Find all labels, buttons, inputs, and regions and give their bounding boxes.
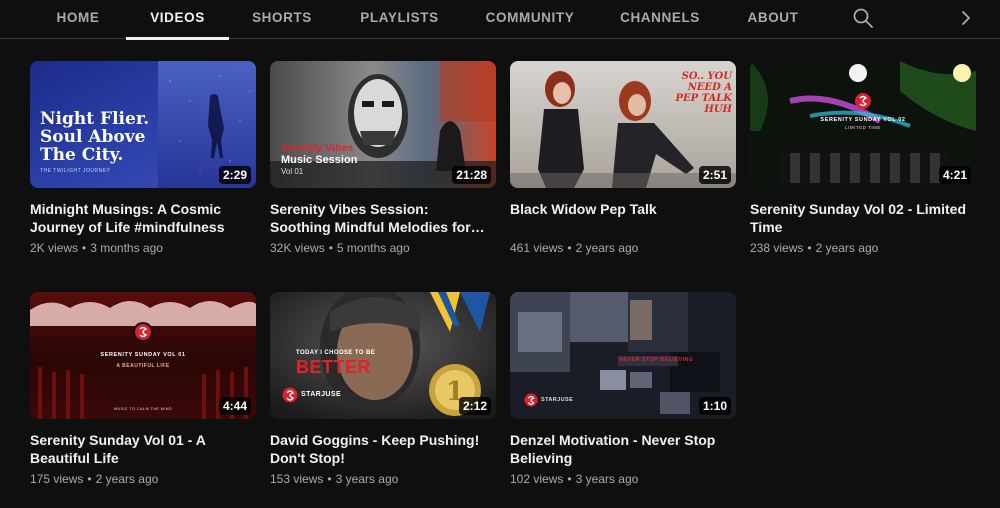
video-meta: 153 views • 3 years ago [270, 471, 496, 487]
video-card: SERENITY SUNDAY VOL 02 LIMITED TIME 4:21… [750, 61, 976, 256]
video-card: SERENITY SUNDAY VOL 01 A BEAUTIFUL LIFE … [30, 292, 256, 487]
tab-channels[interactable]: CHANNELS [614, 0, 706, 39]
chevron-right-icon[interactable] [955, 6, 977, 30]
video-meta: 175 views • 2 years ago [30, 471, 256, 487]
video-meta: 461 views • 2 years ago [510, 240, 736, 256]
video-thumbnail[interactable]: SO.. YOU NEED A PEP TALK HUH 2:51 [510, 61, 736, 188]
separator-dot: • [82, 241, 87, 255]
separator-dot: • [567, 472, 572, 486]
thumbnail-text: SERENITY SUNDAY VOL 02 [820, 117, 906, 123]
duration-badge: 2:29 [218, 166, 251, 184]
view-count: 153 views [270, 472, 324, 486]
duration-badge: 4:21 [938, 166, 971, 184]
video-title[interactable]: Serenity Sunday Vol 01 - A Beautiful Lif… [30, 431, 252, 467]
duration-badge: 2:12 [458, 397, 491, 415]
tab-playlists[interactable]: PLAYLISTS [352, 0, 447, 39]
video-title[interactable]: Serenity Vibes Session: Soothing Mindful… [270, 200, 492, 236]
duration-badge: 2:51 [698, 166, 731, 184]
thumbnail-text: Vol 01 [281, 167, 304, 176]
video-thumbnail[interactable]: Serenity Vibes Music Session Vol 01 21:2… [270, 61, 496, 188]
thumbnail-text: Serenity Vibes [281, 142, 354, 154]
view-count: 461 views [510, 241, 564, 255]
video-card: NEVER STOP BELIEVING STARJUSE 1:10 Denze… [510, 292, 736, 487]
duration-badge: 1:10 [698, 397, 731, 415]
view-count: 32K views [270, 241, 325, 255]
video-thumbnail[interactable]: SERENITY SUNDAY VOL 02 LIMITED TIME 4:21 [750, 61, 976, 188]
video-thumbnail[interactable]: SERENITY SUNDAY VOL 01 A BEAUTIFUL LIFE … [30, 292, 256, 419]
separator-dot: • [327, 472, 332, 486]
tab-shorts[interactable]: SHORTS [244, 0, 320, 39]
starjuse-logo-icon [524, 393, 538, 407]
channel-tab-bar: HOME VIDEOS SHORTS PLAYLISTS COMMUNITY C… [0, 0, 1000, 40]
upload-age: 2 years ago [815, 241, 879, 255]
tab-videos[interactable]: VIDEOS [126, 0, 229, 40]
duration-badge: 21:28 [452, 166, 491, 184]
video-thumbnail[interactable]: 1 TODAY I CHOOSE TO BE BETTER STARJUSE 2… [270, 292, 496, 419]
duration-badge: 4:44 [218, 397, 251, 415]
tab-about[interactable]: ABOUT [740, 0, 806, 39]
thumbnail-text: TODAY I CHOOSE TO BE [296, 350, 376, 356]
video-title[interactable]: Denzel Motivation - Never Stop Believing [510, 431, 732, 467]
video-meta: 238 views • 2 years ago [750, 240, 976, 256]
video-card: Serenity Vibes Music Session Vol 01 21:2… [270, 61, 496, 256]
separator-dot: • [807, 241, 812, 255]
thumbnail-text: Night Flier. Soul Above The City. [40, 109, 150, 165]
starjuse-logo-icon [282, 387, 298, 403]
tab-home[interactable]: HOME [48, 0, 108, 39]
upload-age: 3 years ago [575, 472, 639, 486]
thumbnail-text: SO.. YOU NEED A PEP TALK HUH [675, 71, 732, 115]
separator-dot: • [87, 472, 92, 486]
thumbnail-caption: THE TWILIGHT JOURNEY [40, 168, 111, 174]
video-title[interactable]: Midnight Musings: A Cosmic Journey of Li… [30, 200, 252, 236]
upload-age: 5 months ago [336, 241, 410, 255]
video-meta: 2K views • 3 months ago [30, 240, 256, 256]
view-count: 2K views [30, 241, 79, 255]
video-meta: 102 views • 3 years ago [510, 471, 736, 487]
video-title[interactable]: David Goggins - Keep Pushing! Don't Stop… [270, 431, 492, 467]
thumbnail-text: SERENITY SUNDAY VOL 01 [100, 352, 186, 358]
thumbnail-brand: STARJUSE [301, 391, 342, 398]
thumbnail-text: LIMITED TIME [845, 125, 881, 130]
video-thumbnail[interactable]: NEVER STOP BELIEVING STARJUSE 1:10 [510, 292, 736, 419]
upload-age: 2 years ago [95, 472, 159, 486]
upload-age: 3 months ago [90, 241, 163, 255]
thumbnail-text: BETTER [296, 357, 371, 377]
view-count: 102 views [510, 472, 564, 486]
video-card: 1 TODAY I CHOOSE TO BE BETTER STARJUSE 2… [270, 292, 496, 487]
tab-community[interactable]: COMMUNITY [478, 0, 582, 39]
thumbnail-text: A BEAUTIFUL LIFE [116, 363, 170, 369]
view-count: 175 views [30, 472, 84, 486]
thumbnail-text: Music Session [281, 154, 358, 166]
separator-dot: • [567, 241, 572, 255]
video-meta: 32K views • 5 months ago [270, 240, 496, 256]
view-count: 238 views [750, 241, 804, 255]
video-thumbnail[interactable]: Night Flier. Soul Above The City. THE TW… [30, 61, 256, 188]
thumbnail-brand: STARJUSE [541, 397, 574, 403]
video-card: SO.. YOU NEED A PEP TALK HUH 2:51 Black … [510, 61, 736, 256]
upload-age: 3 years ago [335, 472, 399, 486]
video-title[interactable]: Serenity Sunday Vol 02 - Limited Time [750, 200, 972, 236]
video-card: Night Flier. Soul Above The City. THE TW… [30, 61, 256, 256]
video-title[interactable]: Black Widow Pep Talk [510, 200, 732, 236]
thumbnail-text: NEVER STOP BELIEVING [619, 357, 694, 363]
separator-dot: • [328, 241, 333, 255]
upload-age: 2 years ago [575, 241, 639, 255]
search-icon[interactable] [851, 6, 875, 30]
